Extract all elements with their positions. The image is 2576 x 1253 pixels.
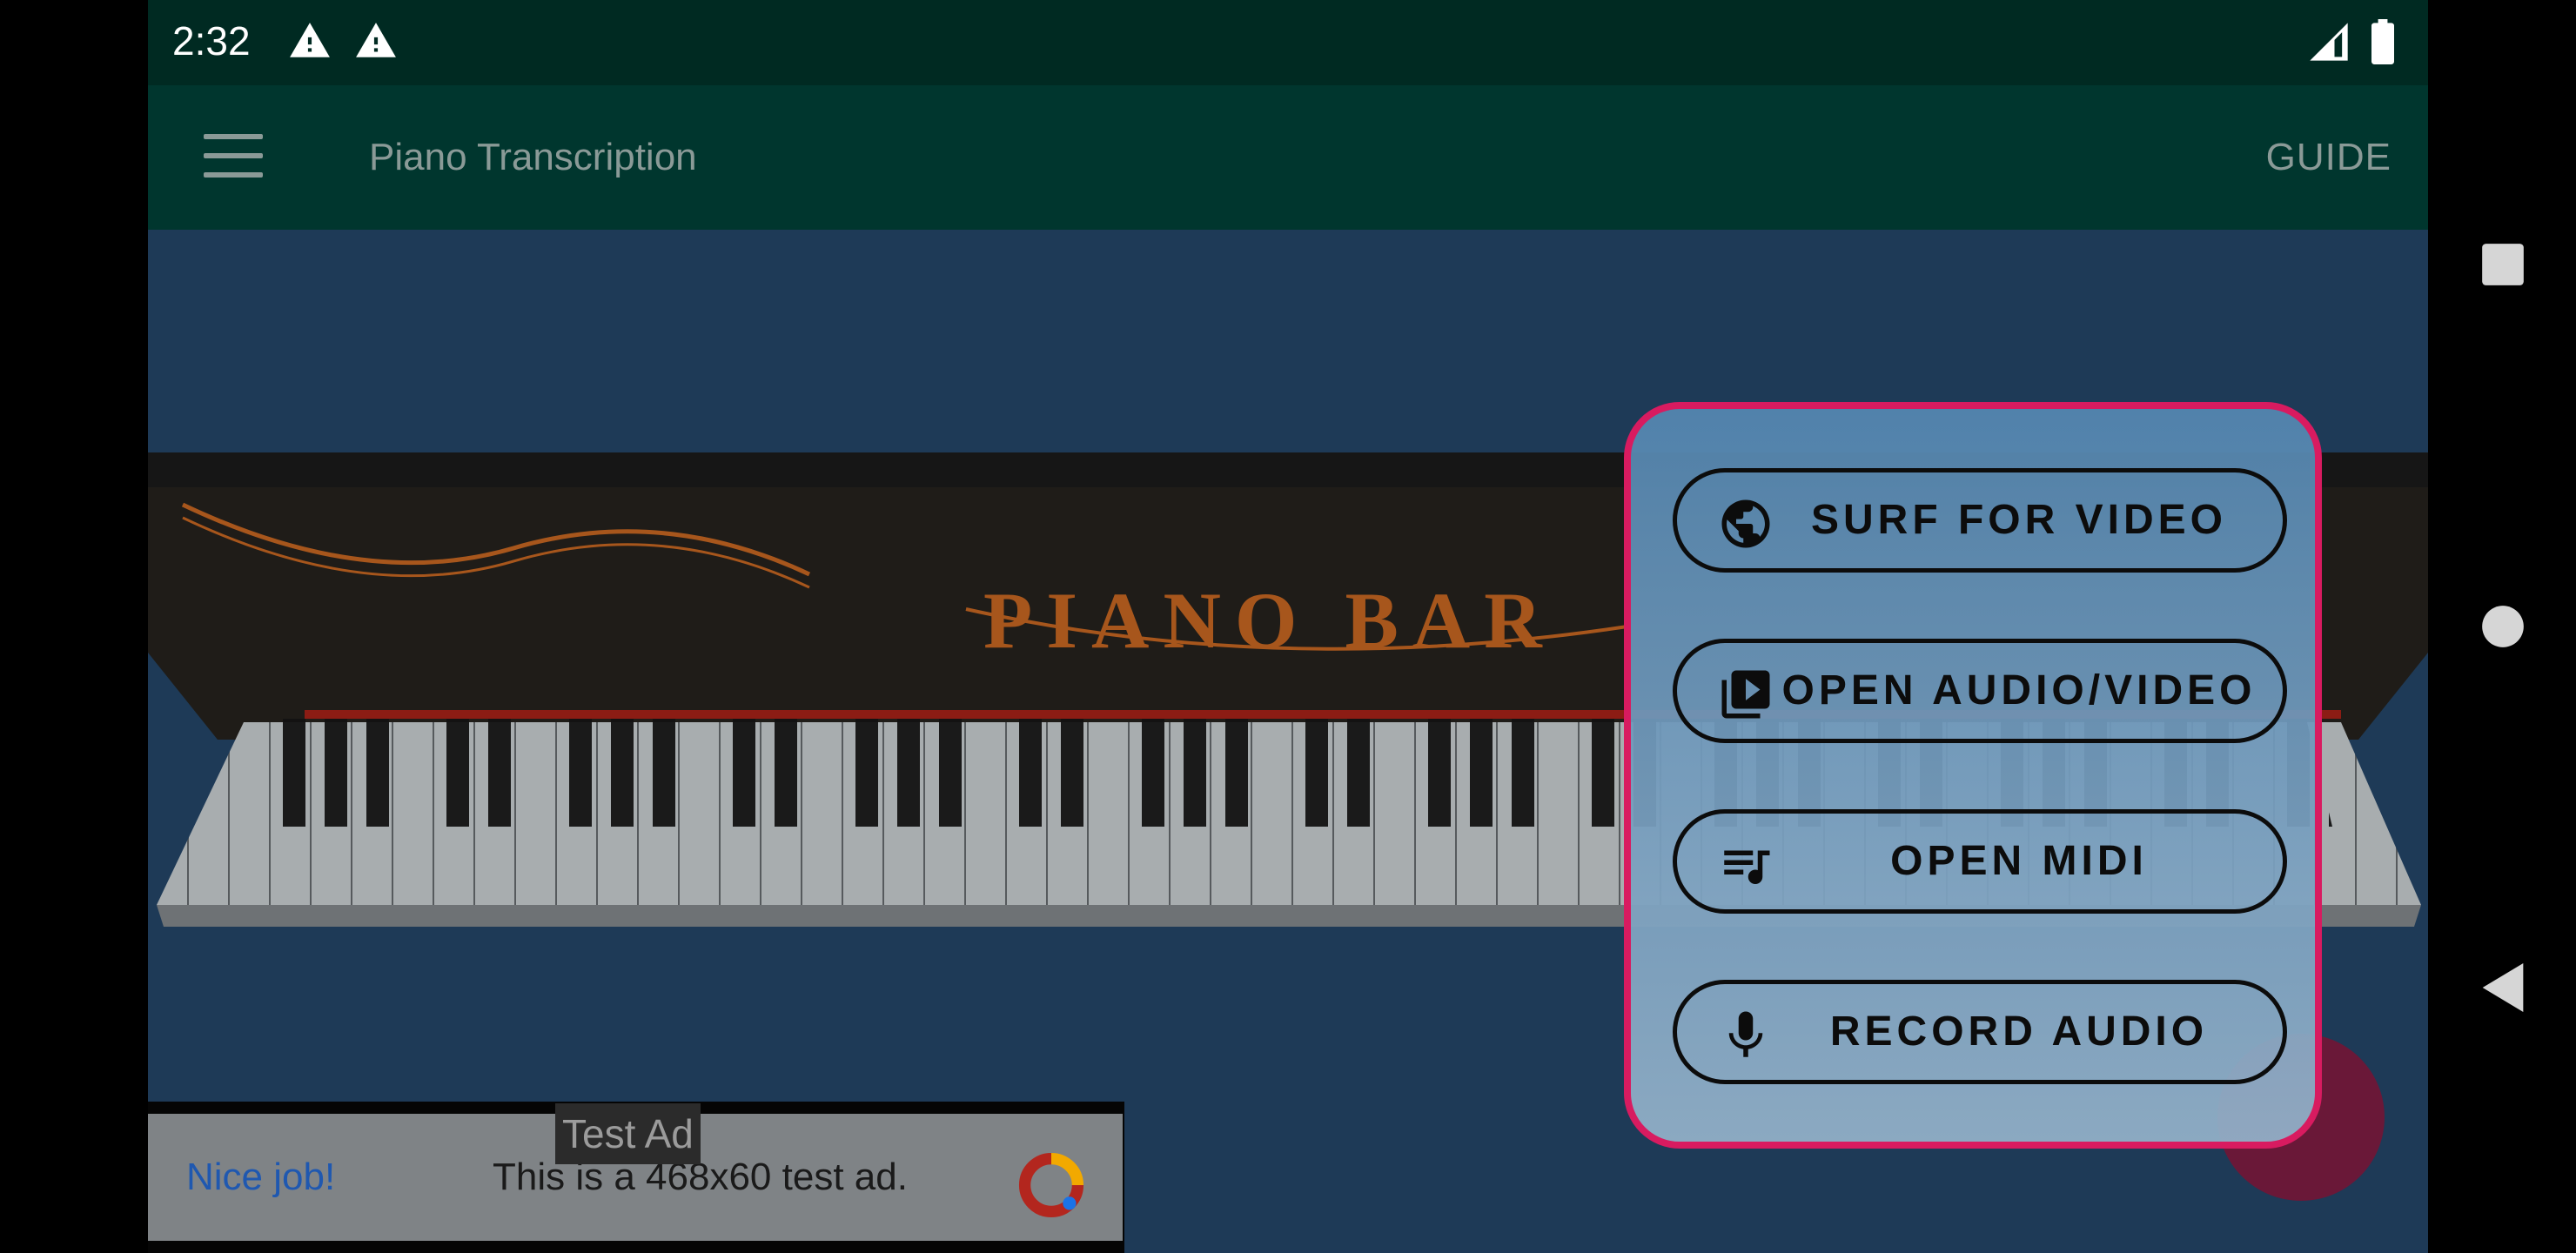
home-nav-icon[interactable]	[2480, 604, 2526, 649]
open-audio-video-label: OPEN AUDIO/VIDEO	[1781, 667, 2257, 714]
playlist-music-icon	[1724, 850, 1770, 884]
status-bar: 2:32	[148, 0, 2428, 85]
surf-for-video-button[interactable]: SURF FOR VIDEO	[1673, 468, 2287, 573]
battery-icon	[2371, 19, 2394, 64]
hamburger-menu-icon[interactable]	[204, 134, 263, 178]
video-library-icon	[1721, 670, 1770, 719]
app-title: Piano Transcription	[369, 136, 697, 178]
back-nav-icon[interactable]	[2479, 961, 2527, 1015]
app-bar: Piano Transcription GUIDE	[148, 85, 2428, 230]
globe-icon	[1721, 499, 1770, 548]
guide-button[interactable]: GUIDE	[2266, 136, 2392, 179]
record-audio-button[interactable]: RECORD AUDIO	[1673, 980, 2287, 1084]
surf-for-video-label: SURF FOR VIDEO	[1810, 497, 2228, 543]
status-time: 2:32	[172, 18, 251, 64]
warning-icon	[290, 23, 330, 57]
open-midi-button[interactable]: OPEN MIDI	[1673, 809, 2287, 914]
test-ad-label: Test Ad	[555, 1103, 701, 1164]
open-audio-video-button[interactable]: OPEN AUDIO/VIDEO	[1673, 639, 2287, 743]
ad-headline: Nice job!	[186, 1156, 336, 1198]
open-midi-label: OPEN MIDI	[1890, 838, 2148, 884]
ad-choices-icon[interactable]	[1018, 1152, 1084, 1218]
microphone-icon	[1728, 1011, 1763, 1057]
recents-nav-icon[interactable]	[2480, 242, 2526, 287]
record-audio-label: RECORD AUDIO	[1829, 1008, 2209, 1055]
action-menu: SURF FOR VIDEO OPEN AUDIO/VIDEO OPEN MID…	[1624, 402, 2322, 1149]
phone-screen: 2:32 Piano Transcription GUIDE PIANO BAR…	[148, 0, 2428, 1253]
warning-icon	[356, 23, 396, 57]
signal-icon	[2310, 23, 2348, 61]
